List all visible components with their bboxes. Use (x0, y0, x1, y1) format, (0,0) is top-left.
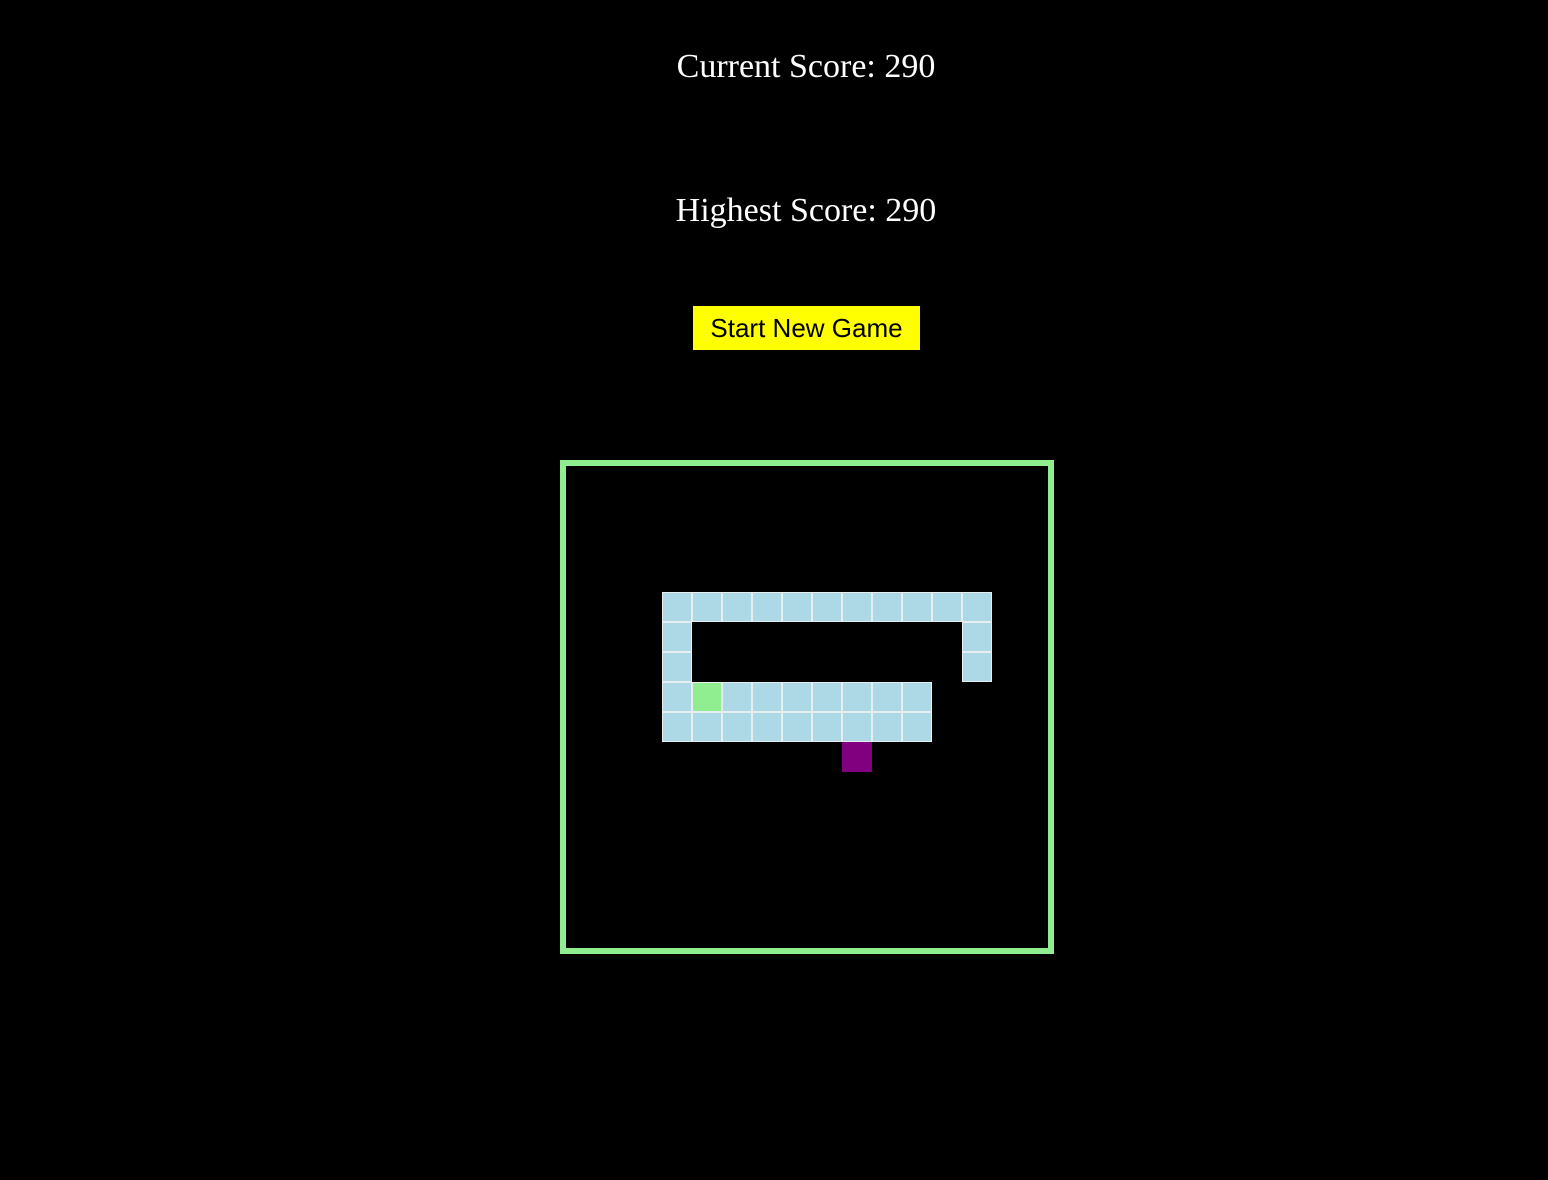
snake-body-segment (782, 592, 812, 622)
snake-body-segment (752, 682, 782, 712)
snake-body-segment (902, 712, 932, 742)
snake-body-segment (902, 592, 932, 622)
snake-body-segment (872, 712, 902, 742)
snake-body-segment (782, 712, 812, 742)
snake-body-segment (692, 592, 722, 622)
snake-body-segment (962, 622, 992, 652)
snake-body-segment (662, 712, 692, 742)
snake-body-segment (662, 682, 692, 712)
snake-head (692, 682, 722, 712)
snake-body-segment (902, 682, 932, 712)
food-item (842, 742, 872, 772)
current-score-label: Current Score: 290 (676, 48, 936, 85)
snake-body-segment (842, 712, 872, 742)
board-grid (572, 472, 1054, 954)
snake-body-segment (812, 712, 842, 742)
snake-body-segment (722, 682, 752, 712)
snake-body-segment (962, 592, 992, 622)
snake-body-segment (752, 592, 782, 622)
snake-body-segment (872, 682, 902, 712)
snake-body-segment (962, 652, 992, 682)
snake-body-segment (722, 712, 752, 742)
snake-body-segment (812, 592, 842, 622)
snake-game-page: Current Score: 290 Highest Score: 290 St… (0, 0, 1548, 1180)
snake-body-segment (812, 682, 842, 712)
snake-body-segment (842, 592, 872, 622)
snake-body-segment (662, 592, 692, 622)
snake-body-segment (782, 682, 812, 712)
snake-body-segment (842, 682, 872, 712)
snake-body-segment (692, 712, 722, 742)
snake-body-segment (932, 592, 962, 622)
snake-body-segment (722, 592, 752, 622)
game-board[interactable] (560, 460, 1054, 954)
highest-score-label: Highest Score: 290 (675, 192, 937, 229)
snake-body-segment (872, 592, 902, 622)
start-new-game-button[interactable]: Start New Game (693, 306, 920, 350)
snake-body-segment (662, 622, 692, 652)
snake-body-segment (752, 712, 782, 742)
snake-body-segment (662, 652, 692, 682)
